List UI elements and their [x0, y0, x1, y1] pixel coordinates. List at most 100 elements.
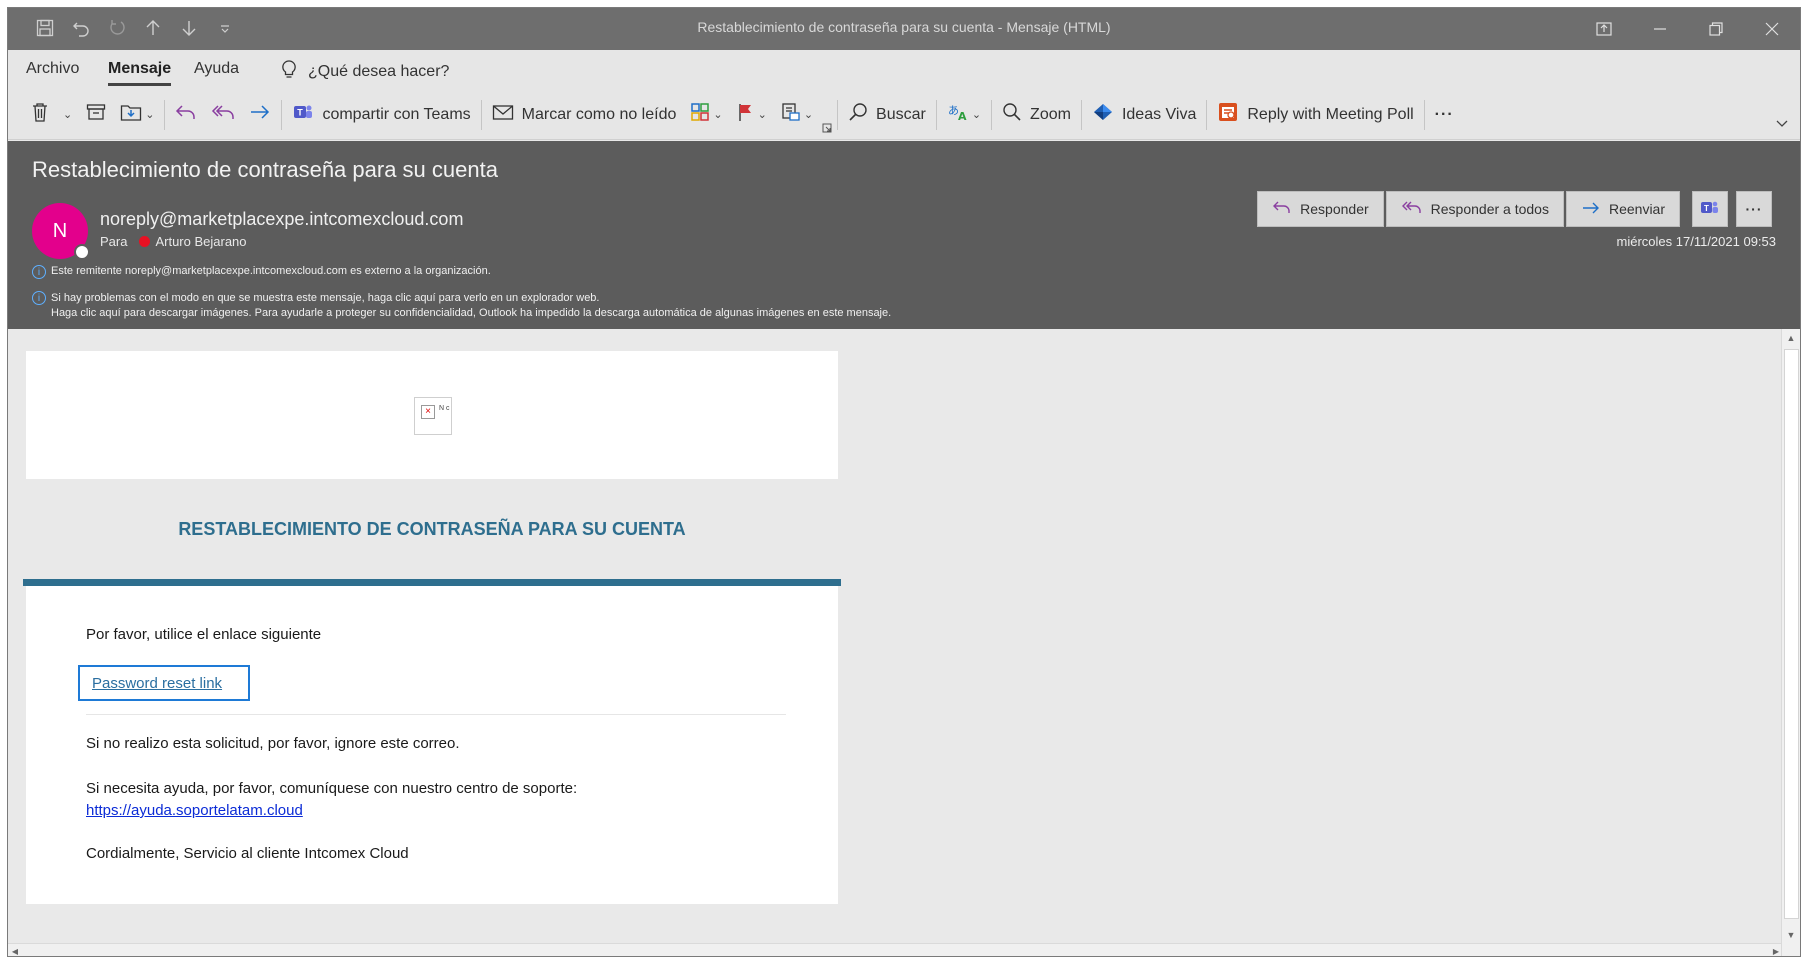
svg-text:T: T: [1704, 204, 1709, 213]
email-heading: RESTABLECIMIENTO DE CONTRASEÑA PARA SU C…: [178, 519, 686, 539]
reset-link-box: Password reset link: [78, 665, 250, 701]
reply-all-button[interactable]: Responder a todos: [1385, 191, 1564, 227]
find-button[interactable]: Buscar: [841, 97, 933, 133]
broken-image-placeholder[interactable]: × N c: [414, 397, 452, 435]
more-actions-button[interactable]: ···: [1736, 191, 1772, 227]
tab-archivo[interactable]: Archivo: [26, 60, 79, 78]
share-teams-button[interactable]: T compartir con Teams: [285, 97, 477, 133]
categorize-button[interactable]: ⌄: [683, 97, 729, 133]
translate-dropdown-icon[interactable]: ⌄: [972, 108, 981, 121]
archive-button[interactable]: [79, 97, 113, 133]
translate-icon: あA: [947, 102, 969, 127]
archive-icon: [86, 103, 106, 126]
forward-ribbon-button[interactable]: [242, 97, 278, 133]
support-text: Si necesita ayuda, por favor, comuníques…: [86, 780, 578, 797]
presence-status-icon: [74, 244, 90, 260]
find-label: Buscar: [876, 105, 926, 123]
forward-icon: [249, 103, 271, 126]
recipients-line: Para Arturo Bejarano: [100, 234, 247, 249]
rules-icon: [781, 102, 801, 127]
viva-insights-button[interactable]: Ideas Viva: [1085, 97, 1203, 133]
heading-divider: [23, 579, 841, 586]
mark-unread-button[interactable]: Marcar como no leído: [485, 97, 684, 133]
reply-label: Responder: [1300, 201, 1369, 217]
password-reset-link[interactable]: Password reset link: [92, 675, 222, 692]
reply-all-ribbon-button[interactable]: [204, 97, 242, 133]
restore-icon[interactable]: [1688, 8, 1744, 50]
tab-mensaje[interactable]: Mensaje: [108, 60, 172, 86]
meeting-poll-button[interactable]: Reply with Meeting Poll: [1210, 97, 1420, 133]
follow-up-dropdown-icon[interactable]: ⌄: [758, 108, 767, 121]
window-controls: [1576, 8, 1800, 50]
envelope-icon: [492, 103, 514, 126]
categorize-icon: [690, 102, 710, 127]
scroll-down-icon[interactable]: ▼: [1782, 926, 1800, 944]
delete-dropdown-icon[interactable]: ⌄: [63, 108, 72, 121]
svg-text:A: A: [958, 110, 967, 122]
download-images-text[interactable]: Haga clic aquí para descargar imágenes. …: [51, 306, 891, 321]
forward-button[interactable]: Reenviar: [1565, 191, 1680, 227]
recipient-name[interactable]: Arturo Bejarano: [155, 234, 246, 249]
message-body: × N c RESTABLECIMIENTO DE CONTRASEÑA PAR…: [8, 329, 1783, 956]
tab-ayuda[interactable]: Ayuda: [194, 60, 239, 78]
ignore-text: Si no realizo esta solicitud, por favor,…: [86, 735, 460, 752]
signature-text: Cordialmente, Servicio al cliente Intcom…: [86, 845, 409, 862]
move-button[interactable]: ⌄: [113, 97, 161, 133]
broken-image-icon: ×: [421, 405, 435, 419]
scrollbar-thumb[interactable]: [1784, 349, 1799, 919]
meeting-poll-label: Reply with Meeting Poll: [1247, 105, 1414, 123]
reply-icon: [1272, 200, 1292, 219]
delete-button[interactable]: ⌄: [24, 97, 79, 133]
minimize-icon[interactable]: [1632, 8, 1688, 50]
rules-dropdown-icon[interactable]: ⌄: [804, 108, 813, 121]
tell-me-label: ¿Qué desea hacer?: [308, 62, 450, 80]
reply-all-label: Responder a todos: [1430, 201, 1549, 217]
broken-image-alt-text: N c: [439, 405, 450, 412]
svg-text:T: T: [298, 108, 304, 118]
share-teams-label: compartir con Teams: [322, 105, 471, 123]
reply-ribbon-button[interactable]: [168, 97, 204, 133]
title-bar: Restablecimiento de contraseña para su c…: [8, 8, 1800, 50]
presence-busy-icon: [139, 236, 151, 247]
viva-insights-label: Ideas Viva: [1121, 105, 1197, 123]
dialog-launcher-icon: [822, 120, 832, 138]
display-problem-text: Si hay problemas con el modo en que se m…: [51, 291, 891, 321]
zoom-label: Zoom: [1030, 105, 1071, 123]
rules-button[interactable]: ⌄: [774, 97, 820, 133]
ribbon-display-options-icon[interactable]: [1576, 8, 1632, 50]
display-problem-notice[interactable]: i Si hay problemas con el modo en que se…: [32, 291, 891, 321]
zoom-icon: [1002, 102, 1022, 127]
ribbon-separator: [480, 99, 482, 130]
teams-chat-button[interactable]: T: [1692, 191, 1728, 227]
more-commands-button[interactable]: ···: [1428, 97, 1461, 133]
reply-button[interactable]: Responder: [1257, 191, 1384, 227]
vertical-scrollbar[interactable]: ▲ ▼: [1781, 329, 1800, 956]
horizontal-scrollbar[interactable]: ◀ ▶: [8, 943, 1783, 956]
email-logo-card: × N c: [26, 351, 838, 479]
tell-me-search[interactable]: ¿Qué desea hacer?: [280, 59, 449, 84]
external-sender-text: Este remitente noreply@marketplacexpe.in…: [51, 265, 491, 277]
support-link-line: https://ayuda.soportelatam.cloud: [86, 802, 303, 819]
follow-up-button[interactable]: ⌄: [730, 97, 774, 133]
viva-insights-icon: [1092, 102, 1114, 127]
support-link[interactable]: https://ayuda.soportelatam.cloud: [86, 802, 303, 819]
view-in-browser-text[interactable]: Si hay problemas con el modo en que se m…: [51, 291, 891, 306]
lightbulb-icon: [280, 59, 298, 84]
scroll-up-icon[interactable]: ▲: [1782, 329, 1800, 347]
tags-dialog-launcher[interactable]: [820, 119, 834, 139]
ribbon-separator: [935, 99, 937, 130]
reply-all-icon: [211, 103, 235, 126]
ribbon-separator: [1080, 99, 1082, 130]
info-icon: i: [32, 291, 46, 305]
move-dropdown-icon[interactable]: ⌄: [145, 108, 154, 121]
ribbon-separator: [1206, 99, 1208, 130]
zoom-button[interactable]: Zoom: [995, 97, 1078, 133]
move-to-folder-icon: [120, 102, 142, 127]
close-icon[interactable]: [1744, 8, 1800, 50]
content-divider: [86, 714, 786, 715]
sender-address[interactable]: noreply@marketplacexpe.intcomexcloud.com: [100, 209, 463, 230]
scroll-left-icon[interactable]: ◀: [8, 944, 22, 956]
translate-button[interactable]: あA ⌄: [940, 97, 988, 133]
categorize-dropdown-icon[interactable]: ⌄: [713, 108, 722, 121]
expand-ribbon-icon[interactable]: [1776, 115, 1788, 133]
